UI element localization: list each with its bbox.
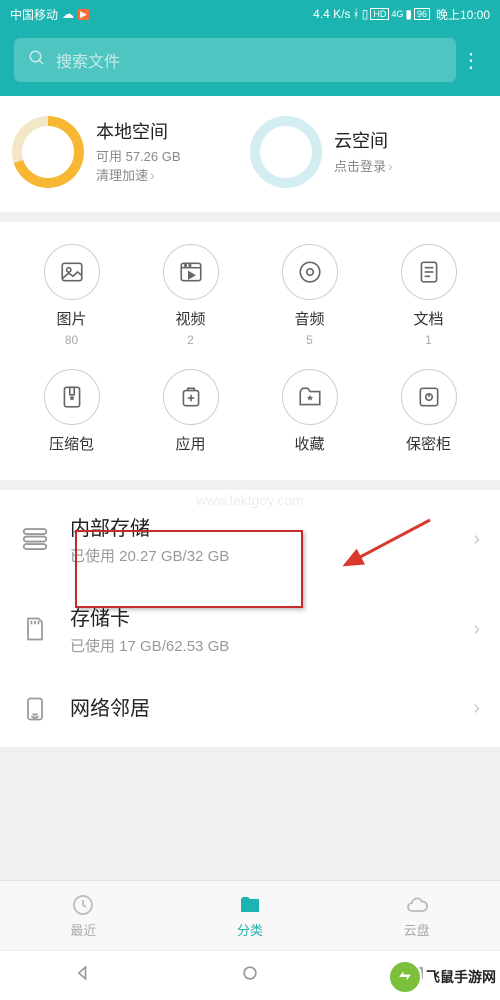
category-video[interactable]: 视频 2 (131, 244, 250, 347)
net-speed: 4.4 K/s (313, 7, 350, 21)
storage-list: 内部存储 已使用 20.27 GB/32 GB › 存储卡 已使用 17 GB/… (0, 490, 500, 747)
chevron-right-icon: › (473, 618, 480, 641)
internal-storage-icon (18, 524, 52, 554)
nav-cloud[interactable]: 云盘 (333, 881, 500, 950)
search-input[interactable]: 搜索文件 (14, 38, 456, 82)
network-icon: 4G (391, 9, 403, 19)
cloud-space-action[interactable]: 点击登录› (334, 157, 393, 177)
nav-recent-label: 最近 (70, 920, 96, 939)
internal-storage-title: 内部存储 (70, 512, 229, 541)
category-fav[interactable]: 收藏 (250, 369, 369, 458)
nav-category[interactable]: 分类 (167, 881, 334, 950)
local-space-title: 本地空间 (96, 118, 181, 144)
audio-icon (282, 244, 338, 300)
cloud-usage-ring-icon (250, 116, 322, 188)
category-audio[interactable]: 音频 5 (250, 244, 369, 347)
network-neighbor-title: 网络邻居 (70, 692, 150, 721)
chevron-right-icon: › (473, 528, 480, 551)
local-space-action[interactable]: 清理加速› (96, 166, 181, 186)
bottom-nav: 最近 分类 云盘 (0, 880, 500, 950)
cloud-space-title: 云空间 (334, 127, 393, 153)
category-safe[interactable]: 保密柜 (369, 369, 488, 458)
time-label: 晚上10:00 (436, 6, 490, 23)
nav-cloud-label: 云盘 (404, 920, 430, 939)
chevron-right-icon: › (473, 697, 480, 720)
carrier-label: 中国移动 (10, 6, 58, 23)
local-usage-ring-icon (12, 116, 84, 188)
recents-button[interactable] (407, 963, 427, 988)
sd-card-icon (18, 614, 52, 644)
video-icon (163, 244, 219, 300)
chevron-right-icon: › (150, 166, 155, 186)
system-nav (0, 950, 500, 1000)
divider (0, 480, 500, 490)
sd-card-sub: 已使用 17 GB/62.53 GB (70, 635, 229, 656)
network-neighbor-item[interactable]: 网络邻居 › (0, 674, 500, 743)
local-space-available: 可用 57.26 GB (96, 148, 181, 166)
app-header: 搜索文件 ⋮ (0, 28, 500, 96)
internal-storage-item[interactable]: 内部存储 已使用 20.27 GB/32 GB › (0, 494, 500, 584)
internal-storage-sub: 已使用 20.27 GB/32 GB (70, 545, 229, 566)
nav-recent[interactable]: 最近 (0, 881, 167, 950)
sd-card-item[interactable]: 存储卡 已使用 17 GB/62.53 GB › (0, 584, 500, 674)
bluetooth-icon: ᚼ (353, 7, 360, 21)
category-doc[interactable]: 文档 1 (369, 244, 488, 347)
cloud-icon (404, 892, 430, 918)
app-icon: ▶ (78, 9, 89, 20)
signal-icon: ▮ (405, 7, 412, 21)
category-app[interactable]: 应用 (131, 369, 250, 458)
clock-icon (70, 892, 96, 918)
sd-card-title: 存储卡 (70, 602, 229, 631)
weather-icon: ☁ (62, 7, 74, 21)
app-icon (163, 369, 219, 425)
cloud-space-item[interactable]: 云空间 点击登录› (250, 116, 488, 188)
vibrate-icon: ▯ (362, 7, 369, 21)
home-button[interactable] (240, 963, 260, 988)
search-icon (28, 49, 46, 72)
space-card: 本地空间 可用 57.26 GB 清理加速› 云空间 点击登录› (0, 96, 500, 212)
nav-category-label: 分类 (237, 920, 263, 939)
chevron-right-icon: › (388, 157, 393, 177)
category-grid: 图片 80 视频 2 音频 5 文档 1 压缩包 应用 (0, 222, 500, 480)
document-icon (401, 244, 457, 300)
battery-box: 96 (414, 8, 430, 20)
back-button[interactable] (73, 963, 93, 988)
star-folder-icon (282, 369, 338, 425)
divider (0, 212, 500, 222)
image-icon (44, 244, 100, 300)
more-button[interactable]: ⋮ (456, 48, 486, 73)
safe-icon (401, 369, 457, 425)
network-icon (18, 694, 52, 724)
local-space-item[interactable]: 本地空间 可用 57.26 GB 清理加速› (12, 116, 250, 188)
zip-icon (44, 369, 100, 425)
category-image[interactable]: 图片 80 (12, 244, 131, 347)
search-placeholder: 搜索文件 (56, 48, 120, 72)
status-bar: 中国移动 ☁ ▶ 4.4 K/s ᚼ ▯ HD 4G ▮ 96 晚上10:00 (0, 0, 500, 28)
category-archive[interactable]: 压缩包 (12, 369, 131, 458)
hd-icon: HD (370, 8, 389, 20)
folder-icon (237, 892, 263, 918)
